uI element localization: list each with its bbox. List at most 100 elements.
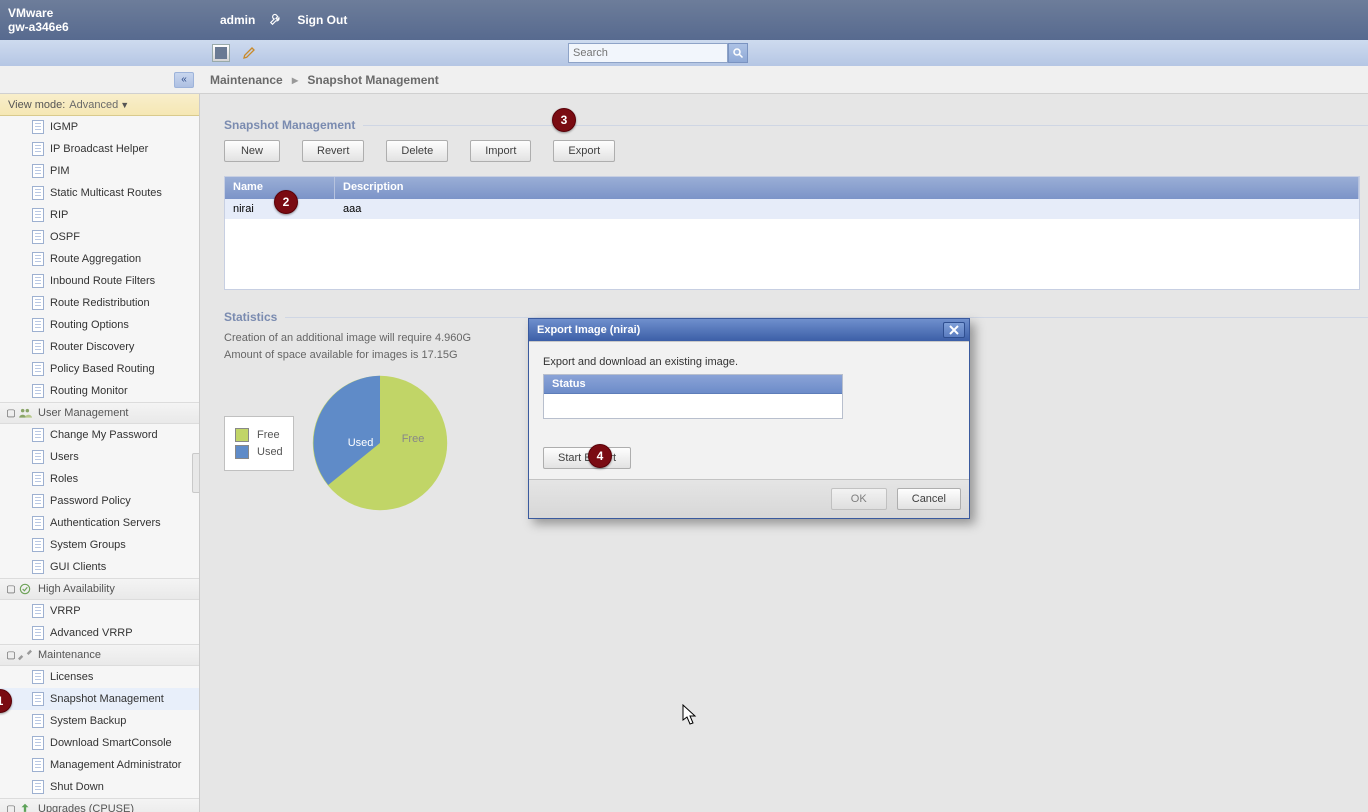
nav-gui-clients[interactable]: GUI Clients: [0, 556, 199, 578]
nav-advanced-vrrp[interactable]: Advanced VRRP: [0, 622, 199, 644]
nav-route-redistribution[interactable]: Route Redistribution: [0, 292, 199, 314]
crumb-maintenance[interactable]: Maintenance: [210, 73, 283, 87]
page-icon: [32, 318, 44, 332]
delete-button[interactable]: Delete: [386, 140, 448, 162]
page-icon: [32, 142, 44, 156]
status-header: Status: [544, 375, 842, 394]
upgrade-icon: [18, 802, 32, 812]
step-marker-2: 2: [274, 190, 298, 214]
nav-roles[interactable]: Roles: [0, 468, 199, 490]
cancel-button[interactable]: Cancel: [897, 488, 961, 510]
start-export-button[interactable]: Start Export: [543, 447, 631, 469]
nav-change-password[interactable]: Change My Password: [0, 424, 199, 446]
page-icon: [32, 296, 44, 310]
page-icon: [32, 604, 44, 618]
group-maintenance[interactable]: ▢Maintenance: [0, 644, 199, 666]
page-icon: [32, 692, 44, 706]
pie-label-free: Free: [402, 433, 425, 445]
pie-label-used: Used: [348, 437, 374, 449]
mouse-cursor-icon: [682, 704, 698, 726]
import-button[interactable]: Import: [470, 140, 531, 162]
nav-inbound-route-filters[interactable]: Inbound Route Filters: [0, 270, 199, 292]
export-image-dialog: Export Image (nirai) Export and download…: [528, 318, 970, 519]
screenshot-icon[interactable]: [212, 44, 230, 62]
table-row[interactable]: nirai aaa: [225, 199, 1359, 219]
page-icon: [32, 714, 44, 728]
nav-policy-based-routing[interactable]: Policy Based Routing: [0, 358, 199, 380]
search-input[interactable]: [568, 43, 728, 63]
sign-out-link[interactable]: Sign Out: [297, 13, 347, 27]
view-mode-selector[interactable]: View mode: Advanced ▼: [0, 94, 199, 116]
nav-ospf[interactable]: OSPF: [0, 226, 199, 248]
users-icon: [18, 406, 32, 420]
ok-button[interactable]: OK: [831, 488, 887, 510]
nav-system-groups[interactable]: System Groups: [0, 534, 199, 556]
sidebar-resize-handle[interactable]: [192, 453, 200, 493]
wrench-icon[interactable]: [269, 12, 283, 29]
group-high-availability[interactable]: ▢High Availability: [0, 578, 199, 600]
crumb-snapshot[interactable]: Snapshot Management: [307, 73, 438, 87]
nav-igmp[interactable]: IGMP: [0, 116, 199, 138]
nav-rip[interactable]: RIP: [0, 204, 199, 226]
toolbar: [0, 40, 1368, 66]
section-snapshot-title: Snapshot Management: [224, 118, 1368, 132]
page-icon: [32, 340, 44, 354]
minus-icon: ▢: [6, 804, 16, 812]
nav-routing-options[interactable]: Routing Options: [0, 314, 199, 336]
nav-routing-monitor[interactable]: Routing Monitor: [0, 380, 199, 402]
page-icon: [32, 780, 44, 794]
page-icon: [32, 208, 44, 222]
page-icon: [32, 362, 44, 376]
step-marker-4: 4: [588, 444, 612, 468]
nav-management-admin[interactable]: Management Administrator: [0, 754, 199, 776]
export-button[interactable]: Export: [553, 140, 615, 162]
page-icon: [32, 758, 44, 772]
dialog-titlebar[interactable]: Export Image (nirai): [529, 319, 969, 341]
dialog-close-button[interactable]: [943, 322, 965, 338]
nav-users[interactable]: Users: [0, 446, 199, 468]
nav-download-smartconsole[interactable]: Download SmartConsole: [0, 732, 199, 754]
swatch-used: [235, 445, 249, 459]
group-upgrades[interactable]: ▢Upgrades (CPUSE): [0, 798, 199, 812]
snapshot-table: Name Description nirai aaa: [224, 176, 1360, 290]
page-icon: [32, 516, 44, 530]
page-icon: [32, 736, 44, 750]
disk-usage-pie: Used Free: [310, 373, 450, 513]
minus-icon: ▢: [6, 650, 16, 661]
nav-static-multicast-routes[interactable]: Static Multicast Routes: [0, 182, 199, 204]
nav-route-aggregation[interactable]: Route Aggregation: [0, 248, 199, 270]
group-user-management[interactable]: ▢User Management: [0, 402, 199, 424]
status-box: Status: [543, 374, 843, 419]
status-body: [544, 394, 842, 418]
col-description[interactable]: Description: [335, 177, 1359, 199]
page-icon: [32, 164, 44, 178]
nav-shut-down[interactable]: Shut Down: [0, 776, 199, 798]
nav-system-backup[interactable]: System Backup: [0, 710, 199, 732]
nav-router-discovery[interactable]: Router Discovery: [0, 336, 199, 358]
nav-snapshot-management[interactable]: Snapshot Management: [0, 688, 199, 710]
page-icon: [32, 252, 44, 266]
page-icon: [32, 626, 44, 640]
pie-legend: Free Used: [224, 416, 294, 471]
new-button[interactable]: New: [224, 140, 280, 162]
collapse-sidebar-icon[interactable]: «: [174, 72, 194, 88]
dialog-title: Export Image (nirai): [537, 324, 640, 336]
nav-pim[interactable]: PIM: [0, 160, 199, 182]
sidebar: View mode: Advanced ▼ IGMP IP Broadcast …: [0, 94, 200, 812]
cell-desc: aaa: [335, 203, 369, 215]
page-icon: [32, 274, 44, 288]
search-button[interactable]: [728, 43, 748, 63]
nav-licenses[interactable]: Licenses: [0, 666, 199, 688]
edit-icon[interactable]: [242, 44, 258, 63]
step-marker-3: 3: [552, 108, 576, 132]
tools-icon: [18, 648, 32, 662]
host-name: gw-a346e6: [8, 20, 200, 34]
page-icon: [32, 384, 44, 398]
nav-ip-broadcast-helper[interactable]: IP Broadcast Helper: [0, 138, 199, 160]
nav-password-policy[interactable]: Password Policy: [0, 490, 199, 512]
nav-vrrp[interactable]: VRRP: [0, 600, 199, 622]
nav-auth-servers[interactable]: Authentication Servers: [0, 512, 199, 534]
brand-name: VMware: [8, 6, 200, 20]
revert-button[interactable]: Revert: [302, 140, 364, 162]
current-user: admin: [220, 13, 255, 27]
